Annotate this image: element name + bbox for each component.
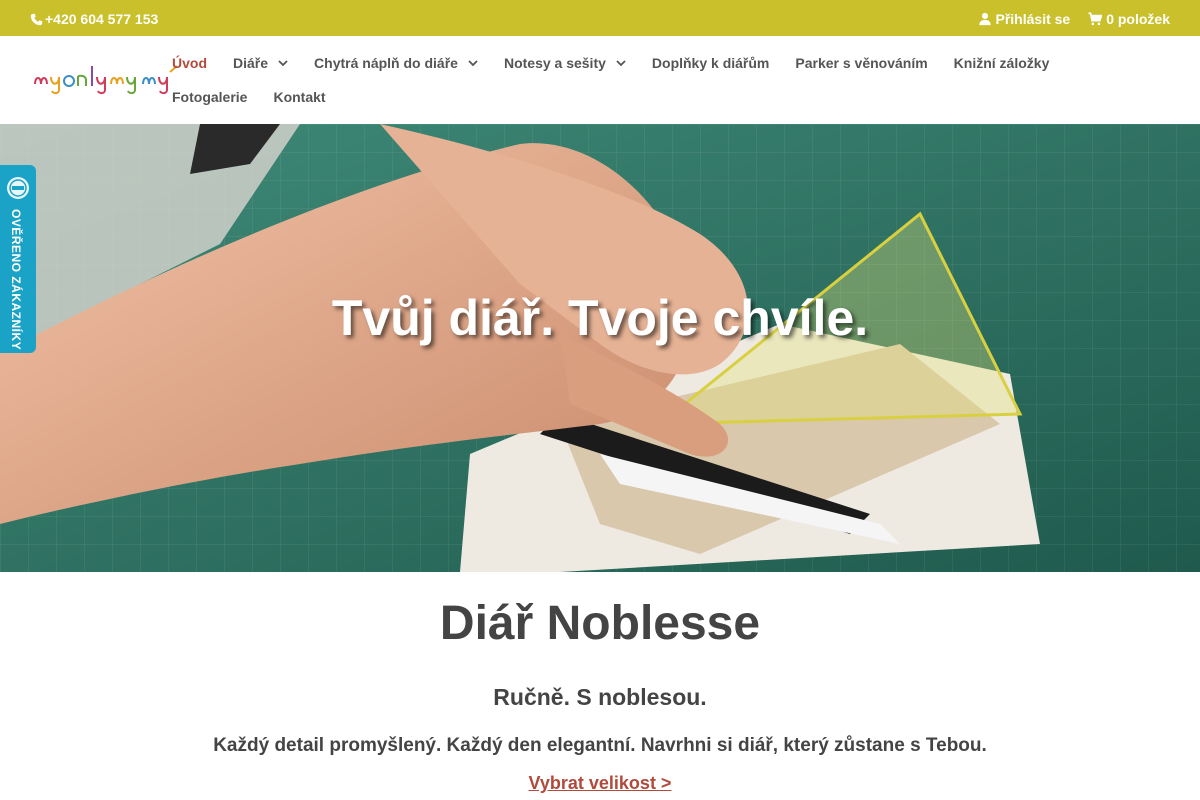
chevron-down-icon bbox=[278, 60, 288, 67]
user-icon bbox=[978, 12, 991, 26]
nav-label: Doplňky k diářům bbox=[651, 55, 770, 71]
nav-item-uvod[interactable]: Úvod bbox=[172, 55, 207, 71]
hero-image bbox=[0, 124, 1200, 572]
product-subtitle: Ručně. S noblesou. bbox=[493, 684, 707, 710]
nav-item-diare[interactable]: Diáře bbox=[233, 55, 288, 71]
nav-item-parker[interactable]: Parker s věnováním bbox=[795, 55, 927, 71]
cart-icon bbox=[1088, 12, 1103, 26]
nav-item-zalozky[interactable]: Knižní záložky bbox=[954, 55, 1050, 71]
product-link-wrap: Vybrat velikost > bbox=[0, 773, 1200, 794]
nav-label: Parker s věnováním bbox=[795, 55, 928, 71]
choose-size-link[interactable]: Vybrat velikost > bbox=[529, 773, 672, 793]
hero-title: Tvůj diář. Tvoje chvíle. bbox=[331, 290, 869, 346]
phone-icon bbox=[30, 13, 43, 25]
chevron-down-icon bbox=[616, 60, 626, 67]
product-title: Diář Noblesse bbox=[439, 597, 761, 650]
verified-badge[interactable]: OVĚŘENO ZÁKAZNÍKY bbox=[0, 165, 36, 353]
nav-label: Diáře bbox=[233, 55, 269, 71]
site-logo[interactable] bbox=[33, 62, 178, 96]
nav-label: Kontakt bbox=[273, 89, 326, 105]
heureka-seal-icon bbox=[7, 177, 29, 199]
cart-link[interactable]: 0 položek bbox=[1088, 11, 1170, 27]
hero-banner: Tvůj diář. Tvoje chvíle. bbox=[0, 124, 1200, 572]
badge-label: OVĚŘENO ZÁKAZNÍKY bbox=[9, 209, 23, 351]
nav-item-kontakt[interactable]: Kontakt bbox=[273, 89, 325, 105]
nav-label: Úvod bbox=[172, 55, 207, 71]
main-nav: Úvod Diáře Chytrá náplň do diáře Notesy … bbox=[172, 55, 1172, 123]
site-header: Úvod Diáře Chytrá náplň do diáře Notesy … bbox=[0, 36, 1200, 124]
nav-label: Chytrá náplň do diáře bbox=[314, 55, 458, 71]
nav-item-fotogalerie[interactable]: Fotogalerie bbox=[172, 89, 247, 105]
login-link[interactable]: Přihlásit se bbox=[978, 11, 1071, 27]
phone-number: +420 604 577 153 bbox=[45, 11, 159, 27]
nav-item-notesy[interactable]: Notesy a sešity bbox=[504, 55, 626, 71]
nav-label: Fotogalerie bbox=[172, 89, 248, 105]
nav-item-doplnky[interactable]: Doplňky k diářům bbox=[652, 55, 769, 71]
login-label: Přihlásit se bbox=[995, 11, 1071, 27]
nav-item-chytra-napln[interactable]: Chytrá náplň do diáře bbox=[314, 55, 478, 71]
cart-label: 0 položek bbox=[1106, 11, 1170, 27]
chevron-down-icon bbox=[468, 60, 478, 67]
top-bar: +420 604 577 153 Přihlásit se 0 položek bbox=[0, 0, 1200, 36]
nav-label: Knižní záložky bbox=[953, 55, 1050, 71]
product-description: Každý detail promyšlený. Každý den elega… bbox=[213, 735, 987, 756]
phone-link[interactable]: +420 604 577 153 bbox=[30, 11, 158, 27]
nav-label: Notesy a sešity bbox=[503, 55, 606, 71]
